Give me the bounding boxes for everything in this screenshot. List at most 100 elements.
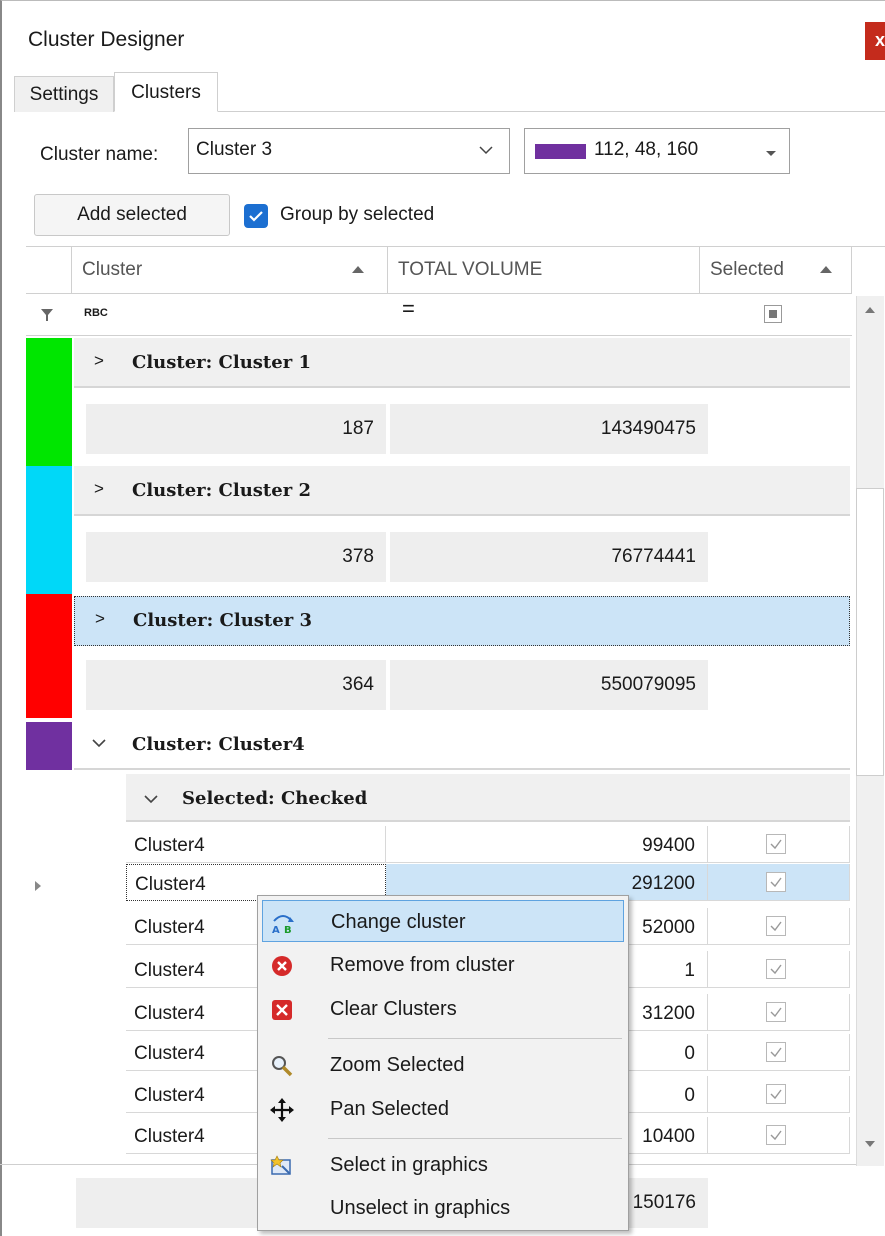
checkmark-icon: [770, 964, 782, 975]
group-summary-count: 364: [86, 660, 386, 710]
chevron-right-icon[interactable]: >: [95, 609, 105, 629]
sort-ascending-icon: [352, 266, 364, 273]
group-by-selected-label: Group by selected: [280, 204, 435, 225]
dropdown-arrow-icon[interactable]: [766, 151, 776, 156]
group-summary-count: 378: [86, 532, 386, 582]
cluster-name-value: Cluster 3: [196, 139, 273, 160]
group-color-bar: [26, 338, 72, 466]
menu-item-label: Zoom Selected: [330, 1054, 465, 1076]
checkmark-icon: [770, 839, 782, 850]
menu-item-label: Remove from cluster: [330, 954, 515, 976]
indeterminate-mark: [769, 310, 777, 318]
menu-item-change-cluster[interactable]: AB Change cluster: [262, 900, 624, 942]
color-value: 112, 48, 160: [594, 139, 699, 160]
subgroup-title: Selected: Checked: [182, 788, 368, 809]
checkmark-icon: [770, 877, 782, 888]
menu-item-clear-clusters[interactable]: Clear Clusters: [262, 988, 624, 1030]
chevron-down-icon[interactable]: [144, 794, 158, 804]
chevron-right-icon[interactable]: >: [94, 351, 104, 371]
group-title: Cluster: Cluster4: [132, 734, 305, 755]
cell-selected: [708, 994, 850, 1031]
chevron-down-icon[interactable]: [92, 738, 106, 748]
remove-icon: [272, 956, 292, 976]
selected-filter-checkbox[interactable]: [764, 305, 782, 323]
text-filter-icon[interactable]: RBC: [84, 307, 118, 323]
column-header-total-volume[interactable]: TOTAL VOLUME: [388, 246, 700, 294]
menu-item-pan-selected[interactable]: Pan Selected: [262, 1088, 624, 1130]
group-title: Cluster: Cluster 3: [133, 610, 312, 631]
header-indicator-cell: [26, 246, 72, 294]
tab-clusters[interactable]: Clusters: [114, 72, 218, 112]
menu-item-remove-from-cluster[interactable]: Remove from cluster: [262, 944, 624, 986]
menu-item-label: Unselect in graphics: [330, 1197, 511, 1219]
scrollbar-thumb[interactable]: [856, 488, 884, 776]
group-by-selected-checkbox[interactable]: [244, 204, 268, 228]
row-checkbox[interactable]: [766, 1042, 786, 1062]
group-color-bar: [26, 594, 72, 718]
pan-icon: [270, 1098, 294, 1122]
group-summary-volume: 76774441: [390, 532, 708, 582]
sort-ascending-icon: [820, 266, 832, 273]
menu-item-zoom-selected[interactable]: Zoom Selected: [262, 1044, 624, 1086]
column-header-selected[interactable]: Selected: [700, 246, 852, 294]
column-header-total-volume-label: TOTAL VOLUME: [398, 259, 543, 280]
menu-item-label: Select in graphics: [330, 1154, 488, 1176]
equals-operator[interactable]: =: [402, 296, 415, 322]
column-header-selected-label: Selected: [710, 259, 784, 280]
group-row-cluster-2[interactable]: > Cluster: Cluster 2: [74, 466, 850, 516]
select-graphics-icon: [270, 1155, 291, 1175]
group-summary-count: 187: [86, 404, 386, 454]
cell-cluster: Cluster4: [126, 826, 386, 863]
group-row-cluster-3[interactable]: > Cluster: Cluster 3: [74, 596, 850, 646]
cell-selected: [708, 908, 850, 945]
group-color-bar: [26, 722, 72, 770]
table-row[interactable]: Cluster4 99400: [126, 826, 850, 864]
zoom-icon: [272, 1056, 293, 1077]
filter-row: [26, 294, 852, 336]
cell-selected: [708, 1076, 850, 1113]
change-cluster-icon: AB: [272, 915, 294, 935]
column-header-cluster-label: Cluster: [82, 259, 143, 280]
menu-item-label: Clear Clusters: [330, 998, 457, 1020]
checkmark-icon: [770, 1130, 782, 1141]
subgroup-row-selected-checked[interactable]: Selected: Checked: [126, 774, 850, 822]
scroll-up-icon[interactable]: [864, 306, 876, 314]
close-button[interactable]: x: [865, 22, 885, 60]
checkmark-icon: [770, 1007, 782, 1018]
scroll-down-icon[interactable]: [864, 1140, 876, 1148]
cell-selected: [708, 826, 850, 863]
group-summary-volume: 143490475: [390, 404, 708, 454]
row-checkbox[interactable]: [766, 916, 786, 936]
clear-icon: [272, 1000, 292, 1020]
menu-item-label: Change cluster: [331, 911, 466, 933]
chevron-down-icon[interactable]: [478, 142, 494, 158]
menu-item-unselect-in-graphics[interactable]: Unselect in graphics: [262, 1187, 624, 1229]
add-selected-button[interactable]: Add selected: [34, 194, 230, 236]
row-checkbox[interactable]: [766, 1084, 786, 1104]
row-checkbox[interactable]: [766, 834, 786, 854]
cell-selected: [708, 1034, 850, 1071]
chevron-right-icon[interactable]: >: [94, 479, 104, 499]
checkmark-icon: [770, 921, 782, 932]
tab-settings[interactable]: Settings: [14, 76, 114, 112]
cell-selected: [708, 864, 850, 901]
menu-separator: [328, 1138, 622, 1139]
color-swatch: [535, 144, 586, 159]
row-checkbox[interactable]: [766, 872, 786, 892]
group-row-cluster-1[interactable]: > Cluster: Cluster 1: [74, 338, 850, 388]
group-color-bar: [26, 466, 72, 594]
group-row-cluster-4[interactable]: Cluster: Cluster4: [74, 720, 850, 770]
filter-icon[interactable]: [40, 308, 54, 322]
row-checkbox[interactable]: [766, 1125, 786, 1145]
context-menu: AB Change cluster Remove from cluster Cl…: [257, 895, 629, 1231]
row-checkbox[interactable]: [766, 959, 786, 979]
group-title: Cluster: Cluster 2: [132, 480, 311, 501]
group-summary-volume: 550079095: [390, 660, 708, 710]
menu-item-select-in-graphics[interactable]: Select in graphics: [262, 1144, 624, 1186]
checkmark-icon: [770, 1047, 782, 1058]
menu-separator: [328, 1038, 622, 1039]
cluster-name-label: Cluster name:: [40, 144, 159, 165]
cell-selected: [708, 1117, 850, 1154]
row-checkbox[interactable]: [766, 1002, 786, 1022]
column-header-cluster[interactable]: Cluster: [72, 246, 388, 294]
